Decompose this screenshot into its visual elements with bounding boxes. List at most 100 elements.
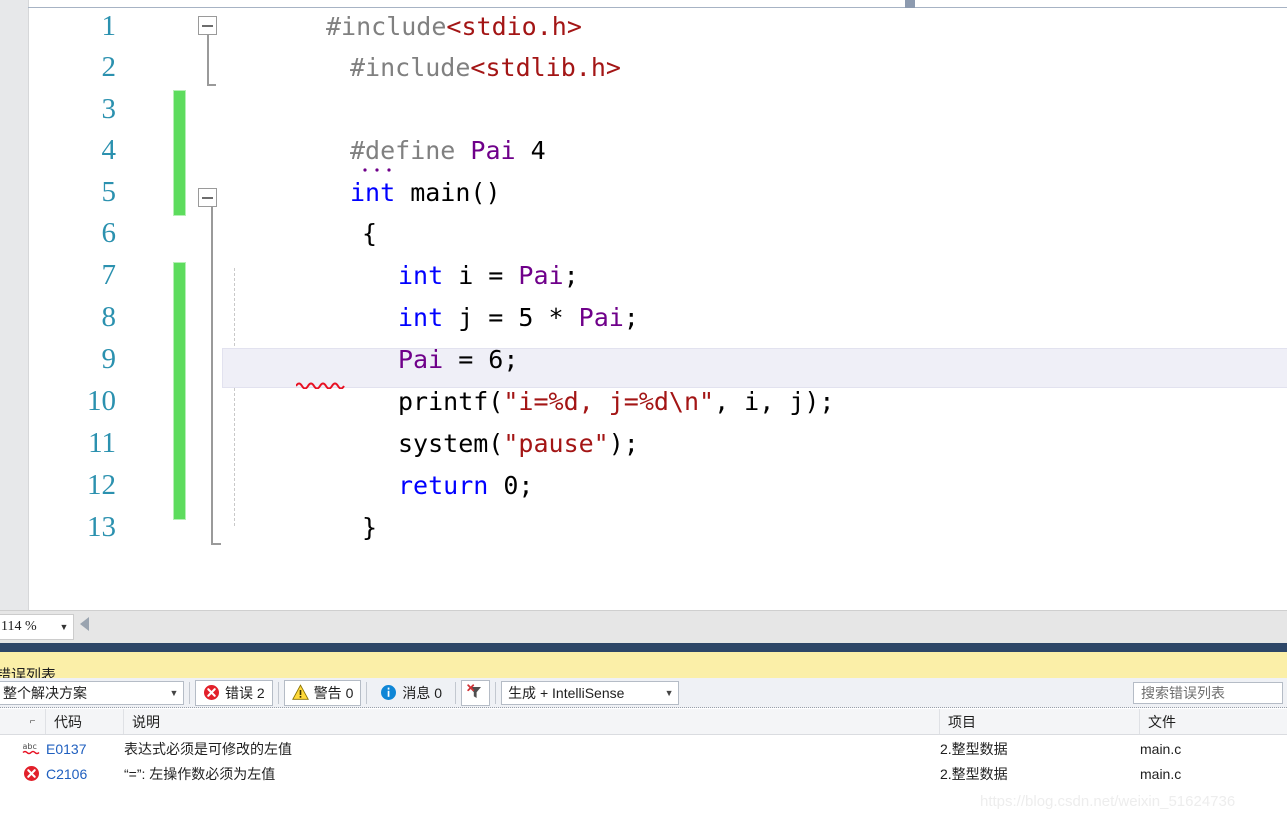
token-keyword: return [398,471,489,501]
search-error-list-input[interactable]: 搜索错误列表 [1133,682,1283,704]
code-editor[interactable]: 1 #include<stdio.h> 2 #include<stdlib.h>… [0,0,1287,610]
error-list-title-bar[interactable]: 错误列表 [0,652,1287,684]
scope-filter-combobox[interactable]: 整个解决方案 ▼ [0,680,184,705]
warnings-filter-button[interactable]: 警告 0 [283,679,362,706]
error-project: 2.整型数据 [940,765,1008,782]
code-line[interactable]: 12 return 0; [28,465,1287,507]
table-row[interactable]: C2106 “=”: 左操作数必须为左值 2.整型数据 main.c [0,761,1287,786]
token-keyword: int [398,261,444,291]
code-line[interactable]: 6 { [28,213,1287,255]
column-header-severity[interactable]: ⌐ [20,709,46,734]
code-line[interactable]: 3 [28,89,1287,131]
code-line[interactable]: 4 #define Pai 4 [28,130,1287,172]
code-line[interactable]: 10 printf("i=%d, j=%d\n", i, j); [28,381,1287,423]
code-line-current[interactable]: 9 Pai = 6; [28,339,1287,381]
column-header-file[interactable]: 文件 [1140,709,1287,734]
watermark-text: https://blog.csdn.net/weixin_51624736 [980,793,1236,810]
token-brace: { [362,219,378,249]
build-filter-value: 生成 + IntelliSense [508,684,625,701]
column-header-code[interactable]: 代码 [46,709,124,734]
toolbar-separator [277,681,279,704]
line-number: 5 [101,176,117,209]
line-content[interactable]: Pai = 6; [132,347,1287,372]
token-text: i = [443,261,519,291]
token-macro-name: Pai [470,136,516,166]
severity-sort-icon: ⌐ [29,716,36,727]
code-line[interactable]: 5 int main() [28,172,1287,214]
editor-status-strip: 114 % ▼ [0,610,1287,644]
line-number: 1 [101,10,117,43]
token-number: 5 [518,303,534,333]
zoom-level-value: 114 % [1,619,37,634]
line-content[interactable]: printf("i=%d, j=%d\n", i, j); [132,389,1287,414]
line-content[interactable]: #include<stdio.h> [132,14,1287,39]
code-line[interactable]: 2 #include<stdlib.h> [28,47,1287,89]
svg-text:abc: abc [22,742,36,751]
error-project: 2.整型数据 [940,740,1008,757]
line-content[interactable]: int j = 5 * Pai; [132,305,1287,330]
error-code[interactable]: C2106 [46,766,124,782]
token-macro-name: Pai [398,345,444,375]
error-list-toolbar: 整个解决方案 ▼ 错误 2 警告 0 消息 0 生成 + IntelliSens… [0,678,1287,708]
toolbar-separator [366,681,368,704]
error-list-panel: 错误列表 整个解决方案 ▼ 错误 2 警告 0 消息 0 生成 + Intell… [0,643,1287,818]
errors-filter-button[interactable]: 错误 2 [195,679,273,706]
column-header-description[interactable]: 说明 [124,709,940,734]
line-content[interactable]: system("pause"); [132,431,1287,456]
error-circle-icon [203,684,220,701]
token-text: 0; [488,471,534,501]
clear-filter-button[interactable] [461,679,491,706]
chevron-down-icon[interactable]: ▼ [165,688,183,698]
line-content[interactable]: { [132,221,1287,246]
info-circle-icon [380,684,397,701]
line-content[interactable]: int i = Pai; [132,263,1287,288]
token-function-name: main() [395,178,501,208]
code-line[interactable]: 13 } [28,507,1287,549]
code-line[interactable]: 1 #include<stdio.h> [28,6,1287,48]
line-content[interactable]: } [132,515,1287,540]
code-line[interactable]: 11 system("pause"); [28,423,1287,465]
column-header-project[interactable]: 项目 [940,709,1140,734]
token-args: , i, j); [714,387,835,417]
line-number: 13 [87,511,116,544]
warnings-filter-label: 警告 0 [313,684,354,701]
token-preprocessor: #include [326,12,447,42]
build-filter-combobox[interactable]: 生成 + IntelliSense ▼ [501,680,680,705]
messages-filter-button[interactable]: 消息 0 [372,680,450,706]
token-function-call: printf( [398,387,504,417]
table-row[interactable]: abc E0137 表达式必须是可修改的左值 2.整型数据 main.c [0,736,1287,761]
line-content[interactable]: return 0; [132,473,1287,498]
chevron-down-icon[interactable]: ▼ [55,622,73,632]
token-text: ); [608,429,639,459]
line-content[interactable]: int main() [132,180,1287,205]
token-text: ; [623,303,639,333]
error-code[interactable]: E0137 [46,741,124,757]
line-content[interactable]: #define Pai 4 [132,138,1287,163]
token-text: = 6; [443,345,519,375]
scroll-left-arrow-icon[interactable] [80,617,89,631]
chevron-down-icon[interactable]: ▼ [660,688,678,698]
warning-triangle-icon [291,684,309,701]
search-placeholder: 搜索错误列表 [1141,685,1225,701]
line-number: 7 [101,259,117,292]
token-header: <stdlib.h> [470,53,621,83]
token-preprocessor: #define [350,136,471,166]
toolbar-separator [455,681,457,704]
token-string: "i=%d, j=%d\n" [503,387,715,417]
token-preprocessor: #include [350,53,471,83]
line-number: 3 [101,93,117,126]
line-number: 10 [87,385,116,418]
line-content[interactable]: #include<stdlib.h> [132,55,1287,80]
line-number: 6 [101,217,117,250]
token-text: j = [443,303,519,333]
code-line[interactable]: 7 int i = Pai; [28,255,1287,297]
error-list-header-row: ⌐ 代码 说明 项目 文件 [0,709,1287,735]
toolbar-separator [189,681,190,704]
panel-accent-bar [0,643,1287,652]
line-number: 4 [101,134,117,167]
code-line[interactable]: 8 int j = 5 * Pai; [28,297,1287,339]
zoom-level-combobox[interactable]: 114 % ▼ [0,614,74,640]
token-string: "pause" [503,429,609,459]
toolbar-separator [495,681,497,704]
token-text: ; [563,261,579,291]
